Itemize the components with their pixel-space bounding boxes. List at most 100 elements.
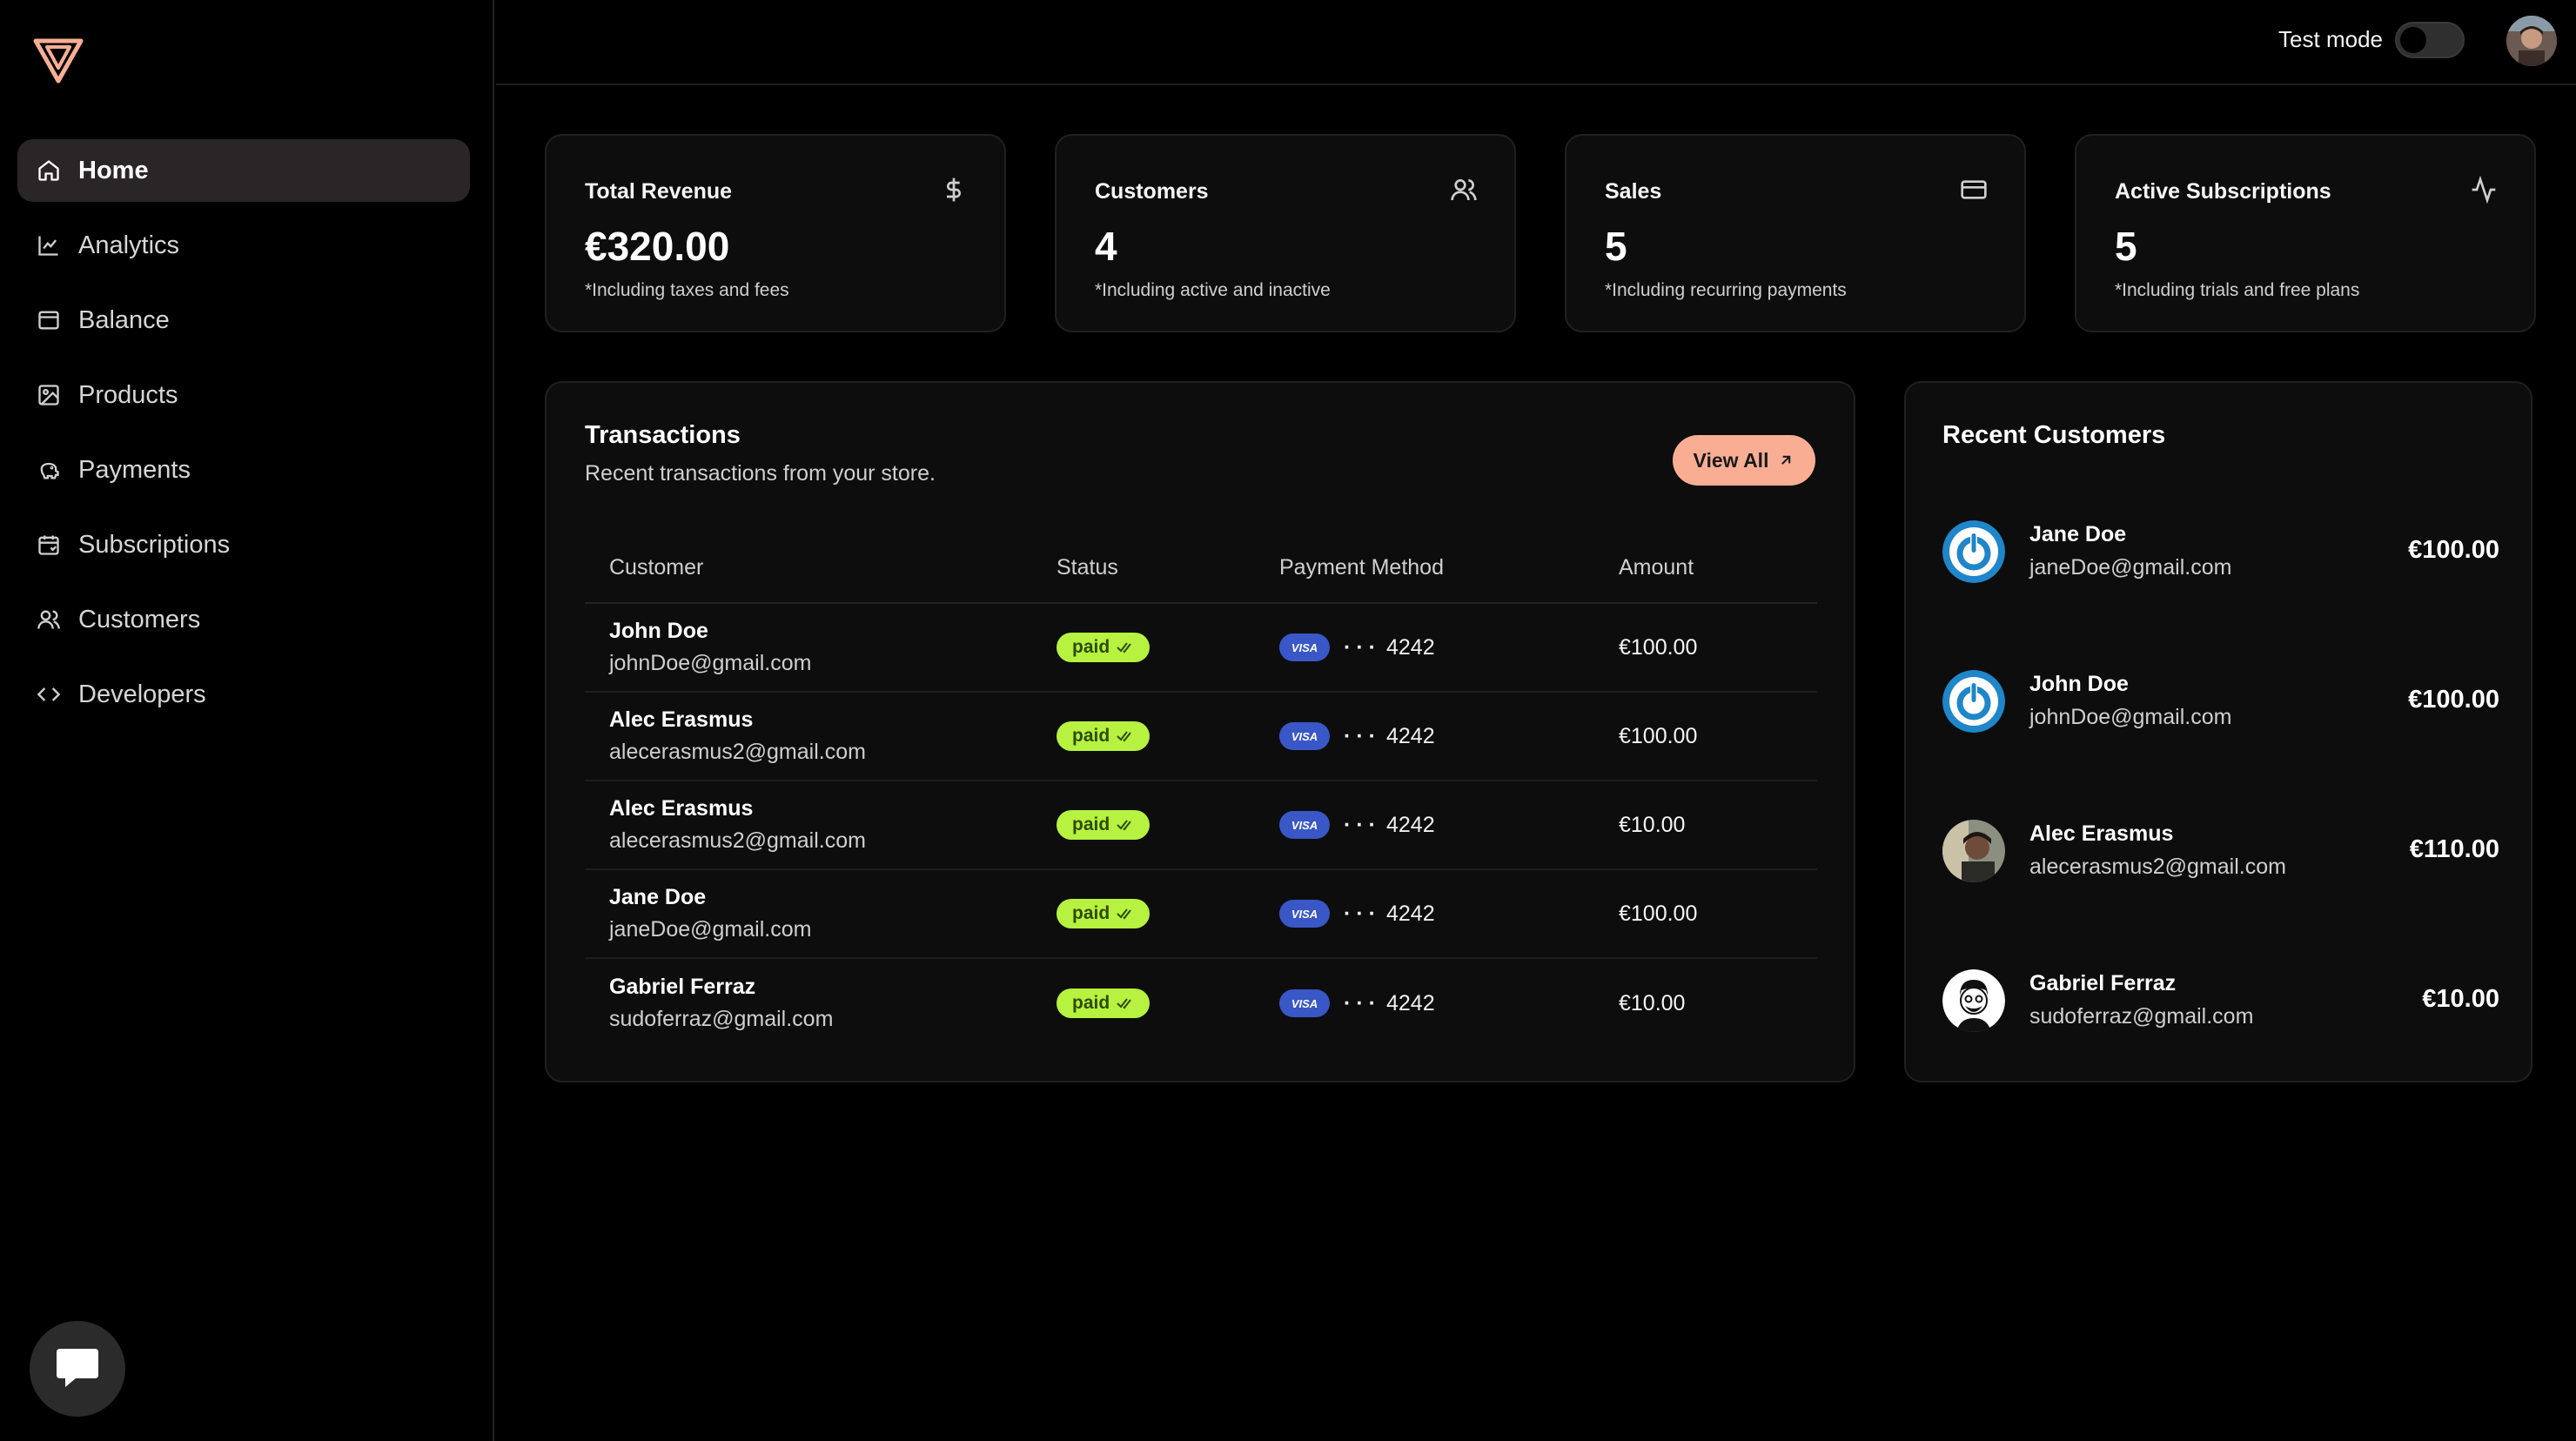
double-check-icon — [1117, 820, 1131, 831]
activity-icon — [2472, 176, 2496, 204]
status-badge: paid — [1057, 989, 1150, 1018]
amount-cell: €10.00 — [1619, 812, 1686, 837]
table-row[interactable]: Alec Erasmus alecerasmus2@gmail.com paid… — [585, 781, 1817, 870]
customer-amount: €100.00 — [2408, 686, 2499, 714]
amount-cell: €100.00 — [1619, 634, 1698, 660]
customer-email: sudoferraz@gmail.com — [2029, 1004, 2254, 1029]
status-cell: paid — [1057, 989, 1279, 1018]
sidebar-item-label: Products — [78, 380, 178, 409]
wallet-icon — [38, 311, 59, 330]
stat-title: Total Revenue — [585, 179, 733, 204]
customer-cell: Alec Erasmus alecerasmus2@gmail.com — [585, 707, 1057, 765]
sidebar-item-subscriptions[interactable]: Subscriptions — [17, 513, 470, 576]
stat-value: €320.00 — [585, 224, 730, 269]
stat-card-total-revenue: Total Revenue €320.00 *Including taxes a… — [545, 134, 1006, 332]
visa-card-icon: VISA — [1279, 811, 1330, 839]
customer-name: John Doe — [609, 619, 708, 643]
card-mask: ··· — [1344, 901, 1381, 926]
table-row[interactable]: Jane Doe janeDoe@gmail.com paid VISA ··· 4… — [585, 870, 1817, 959]
customer-cell: Jane Doe janeDoe@gmail.com — [585, 885, 1057, 942]
stat-card-sales: Sales 5 *Including recurring payments — [1565, 134, 2026, 332]
stat-note: *Including recurring payments — [1605, 280, 1847, 300]
customer-name: Alec Erasmus — [609, 796, 754, 821]
list-item[interactable]: John Doe johnDoe@gmail.com €100.00 — [1942, 670, 2499, 736]
avatar — [1942, 969, 2005, 1032]
code-icon — [37, 687, 61, 701]
column-header-amount: Amount — [1619, 554, 1694, 580]
card-last4: 4242 — [1385, 812, 1435, 837]
visa-card-icon: VISA — [1279, 900, 1330, 928]
users-icon — [37, 610, 60, 629]
status-badge: paid — [1057, 633, 1150, 662]
stat-note: *Including active and inactive — [1095, 280, 1331, 300]
sidebar-item-balance[interactable]: Balance — [17, 289, 470, 352]
table-header: Customer Status Payment Method Amount — [585, 533, 1817, 604]
image-icon — [38, 385, 59, 405]
credit-card-icon — [1961, 180, 1987, 199]
customer-email: johnDoe@gmail.com — [2029, 705, 2232, 729]
table-row[interactable]: Gabriel Ferraz sudoferraz@gmail.com paid… — [585, 959, 1817, 1048]
stat-note: *Including trials and free plans — [2115, 280, 2360, 300]
status-badge: paid — [1057, 721, 1150, 751]
card-mask: ··· — [1344, 812, 1381, 837]
app-root: Home Analytics Balance Products Payments… — [0, 0, 2576, 1441]
customer-name: Jane Doe — [2029, 522, 2127, 546]
customer-name: Gabriel Ferraz — [2029, 971, 2177, 995]
chat-button[interactable] — [30, 1321, 125, 1417]
sidebar-item-analytics[interactable]: Analytics — [17, 214, 470, 277]
double-check-icon — [1117, 998, 1131, 1009]
sidebar-item-home[interactable]: Home — [17, 139, 470, 202]
sidebar-item-products[interactable]: Products — [17, 364, 470, 426]
customer-email: alecerasmus2@gmail.com — [609, 828, 866, 853]
list-item[interactable]: Jane Doe janeDoe@gmail.com €100.00 — [1942, 520, 2499, 586]
brand-logo[interactable] — [33, 38, 84, 84]
recent-customers-panel: Recent Customers Jane Doe janeDoe@gmail.… — [1904, 381, 2532, 1082]
arrow-up-right-icon — [1781, 455, 1791, 465]
customer-cell: Gabriel Ferraz sudoferraz@gmail.com — [585, 975, 1057, 1032]
payment-method-cell: VISA ··· 4242 — [1279, 722, 1619, 750]
list-item[interactable]: Alec Erasmus alecerasmus2@gmail.com €110… — [1942, 820, 2499, 886]
double-check-icon — [1117, 642, 1131, 653]
calendar-icon — [38, 535, 59, 555]
stat-card-active-subscriptions: Active Subscriptions 5 *Including trials… — [2075, 134, 2536, 332]
sidebar-item-payments[interactable]: Payments — [17, 439, 470, 501]
customer-name: Gabriel Ferraz — [609, 975, 756, 999]
status-cell: paid — [1057, 633, 1279, 662]
customer-cell: John Doe johnDoe@gmail.com — [585, 619, 1057, 676]
amount-cell: €100.00 — [1619, 723, 1698, 748]
card-last4: 4242 — [1385, 901, 1435, 926]
card-mask: ··· — [1344, 990, 1381, 1015]
stat-title: Active Subscriptions — [2115, 179, 2331, 204]
sidebar-item-customers[interactable]: Customers — [17, 588, 470, 651]
user-avatar[interactable] — [2506, 16, 2557, 66]
payment-method-cell: VISA ··· 4242 — [1279, 989, 1619, 1017]
payment-method-cell: VISA ··· 4242 — [1279, 633, 1619, 661]
card-last4: 4242 — [1385, 990, 1435, 1015]
column-header-customer: Customer — [609, 554, 704, 580]
sidebar-nav: Home Analytics Balance Products Payments… — [17, 139, 470, 738]
sidebar-item-developers[interactable]: Developers — [17, 663, 470, 726]
visa-card-icon: VISA — [1279, 633, 1330, 661]
amount-cell: €100.00 — [1619, 901, 1698, 926]
avatar — [1942, 820, 2005, 882]
status-badge: paid — [1057, 899, 1150, 928]
customer-name: Jane Doe — [609, 885, 707, 909]
payment-method-cell: VISA ··· 4242 — [1279, 900, 1619, 928]
sidebar: Home Analytics Balance Products Payments… — [0, 0, 494, 1441]
top-bar: Test mode — [496, 0, 2576, 85]
card-last4: 4242 — [1385, 723, 1435, 748]
list-item[interactable]: Gabriel Ferraz sudoferraz@gmail.com €10.… — [1942, 969, 2499, 1036]
stat-value: 5 — [2115, 224, 2137, 269]
recent-customers-title: Recent Customers — [1942, 421, 2166, 449]
transactions-subtitle: Recent transactions from your store. — [585, 461, 936, 486]
customer-amount: €10.00 — [2422, 985, 2499, 1013]
column-header-status: Status — [1057, 554, 1118, 580]
toggle-knob — [2400, 27, 2426, 53]
card-last4: 4242 — [1385, 634, 1435, 660]
transactions-table: Customer Status Payment Method Amount Jo… — [585, 533, 1817, 1048]
status-cell: paid — [1057, 810, 1279, 840]
table-row[interactable]: John Doe johnDoe@gmail.com paid VISA ··· 4… — [585, 604, 1817, 693]
table-row[interactable]: Alec Erasmus alecerasmus2@gmail.com paid… — [585, 693, 1817, 781]
test-mode-toggle[interactable] — [2395, 22, 2465, 58]
view-all-button[interactable]: View All — [1673, 435, 1815, 486]
